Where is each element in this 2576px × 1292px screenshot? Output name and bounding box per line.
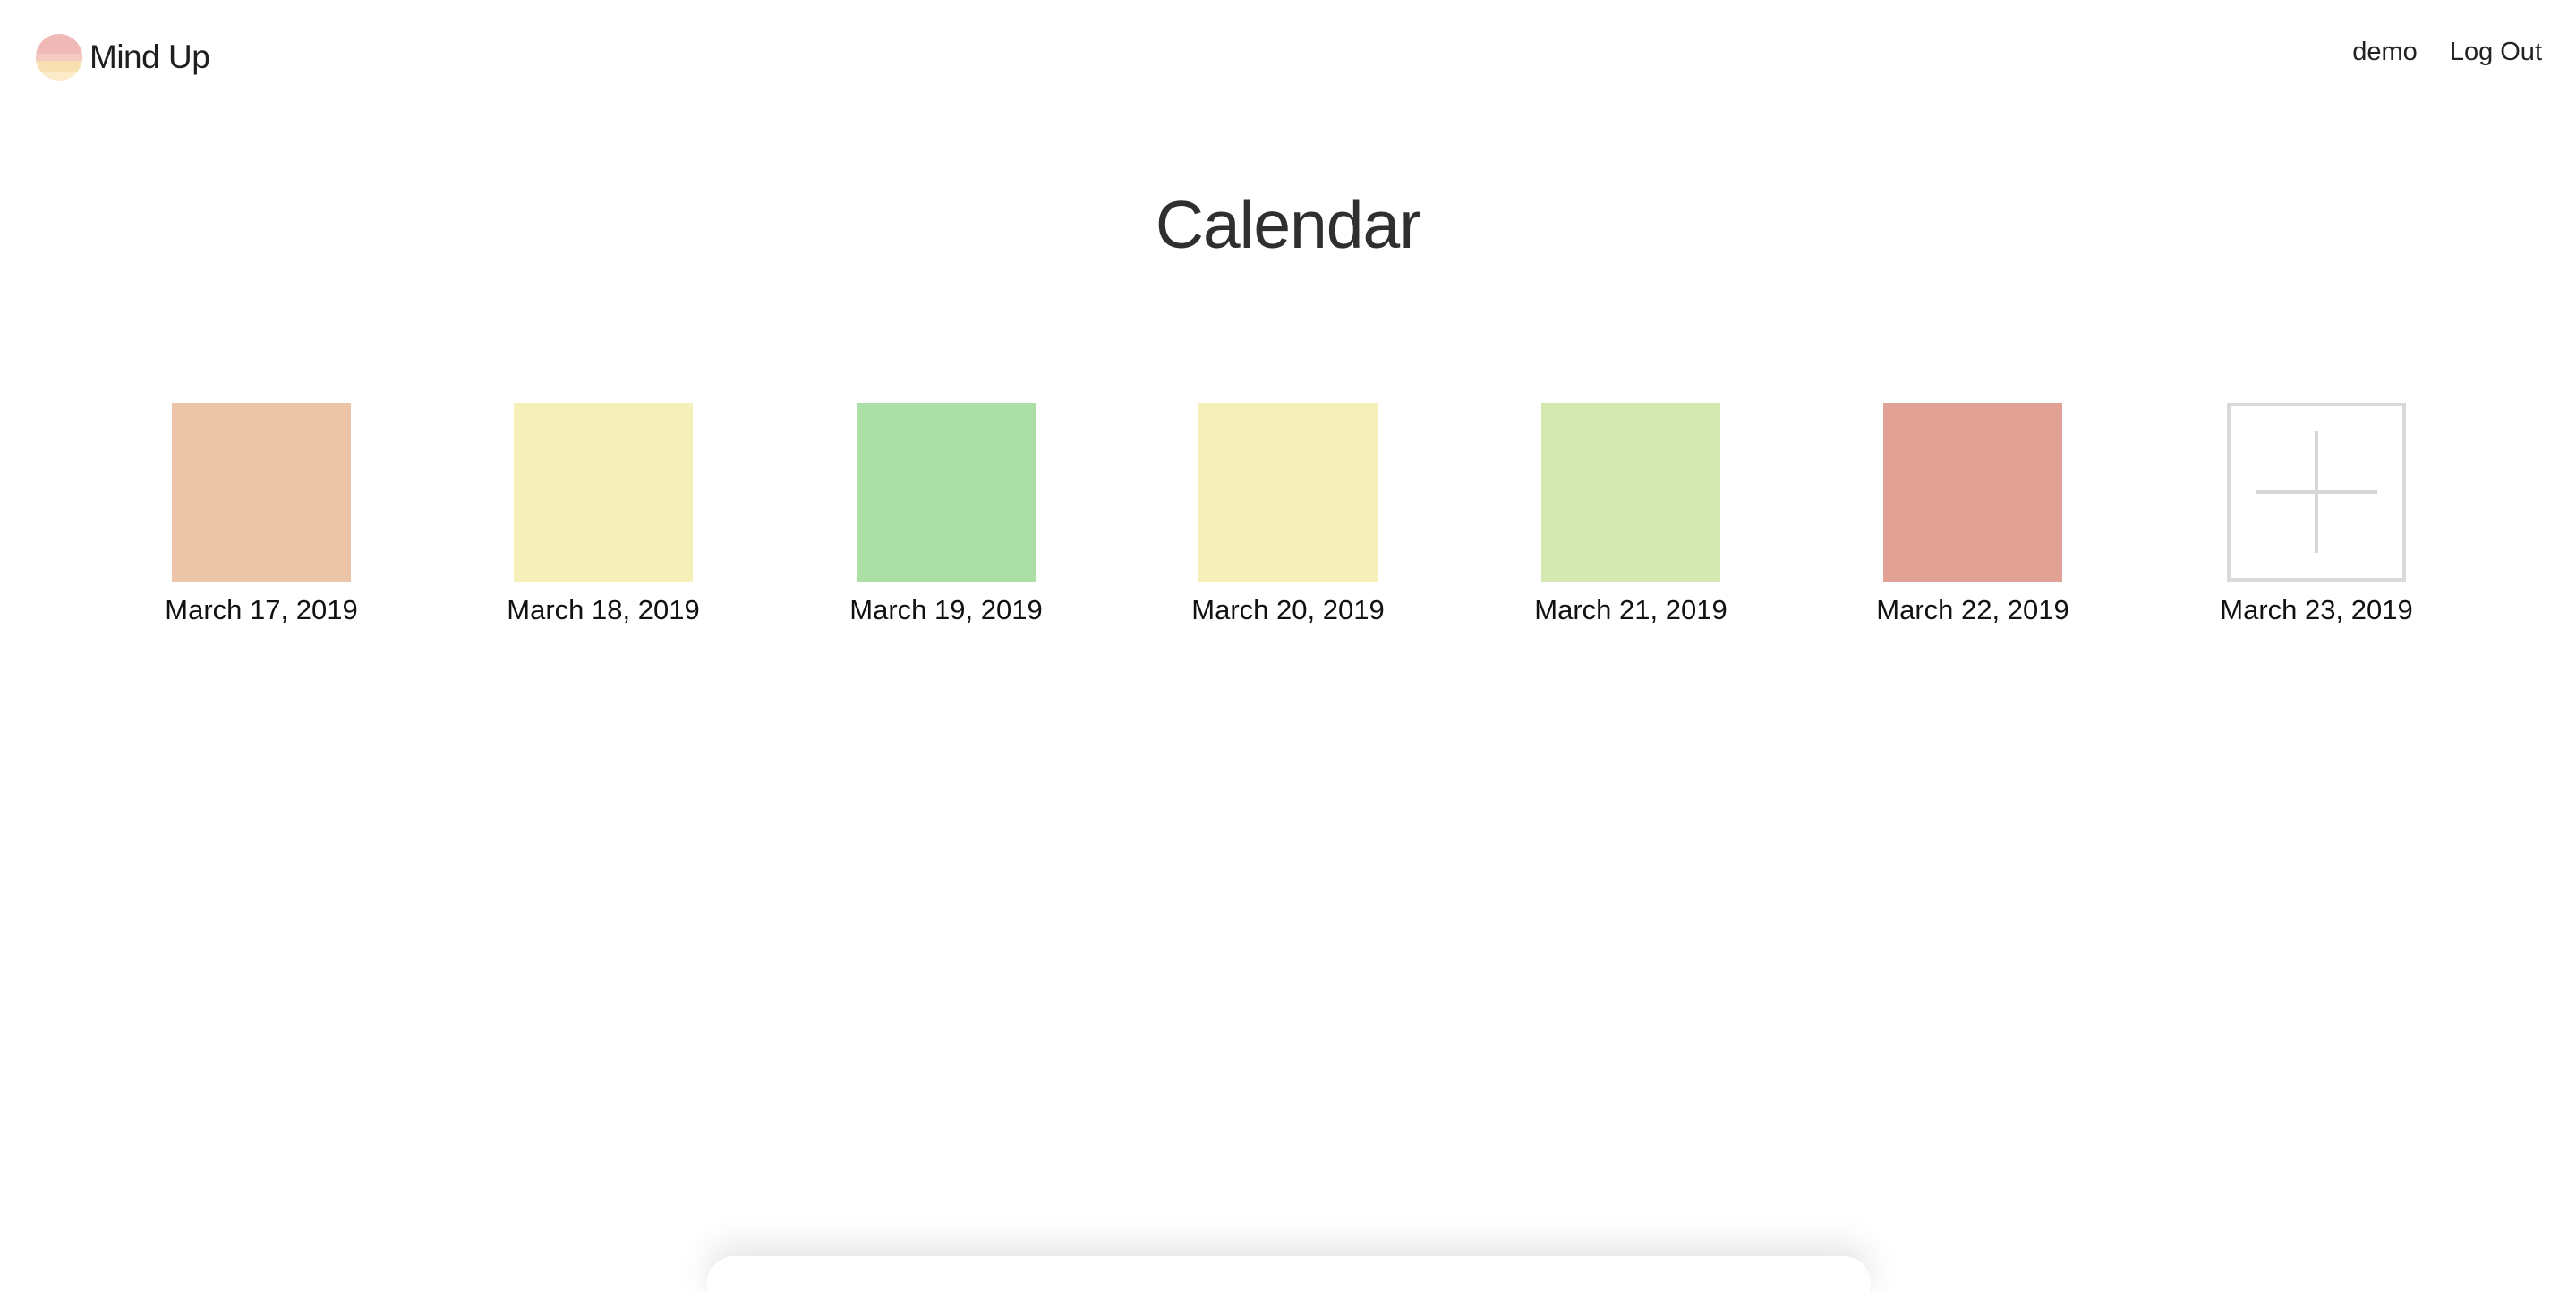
day-entry: March 23, 2019	[2182, 403, 2451, 626]
navbar: Mind Up demo Log Out	[0, 0, 2576, 113]
day-date-label: March 21, 2019	[1534, 594, 1727, 625]
user-profile-link[interactable]: demo	[2352, 38, 2418, 67]
day-date-label: March 23, 2019	[2220, 594, 2413, 625]
brand-home-link[interactable]: Mind Up	[36, 34, 210, 81]
day-date-label: March 22, 2019	[1876, 594, 2069, 625]
day-date-label: March 17, 2019	[165, 594, 358, 625]
day-mood-swatch[interactable]	[1541, 403, 1720, 582]
day-mood-swatch[interactable]	[514, 403, 693, 582]
logo-band-bottom	[36, 72, 82, 81]
page-title: Calendar	[1155, 187, 1421, 262]
logo-band-upper	[36, 54, 82, 61]
day-entry: March 19, 2019	[812, 403, 1080, 626]
day-date-label: March 20, 2019	[1191, 594, 1385, 625]
nav-links: demo Log Out	[2352, 38, 2542, 67]
add-entry-button[interactable]	[2227, 403, 2406, 582]
logout-link[interactable]: Log Out	[2450, 38, 2542, 67]
logo-band-top	[36, 34, 82, 54]
day-entry: March 17, 2019	[127, 403, 396, 626]
day-mood-swatch[interactable]	[1883, 403, 2062, 582]
day-mood-swatch[interactable]	[172, 403, 351, 582]
calendar-page: Mind Up demo Log Out Calendar March 17, …	[0, 0, 2576, 1292]
bottom-floating-panel	[707, 1256, 1871, 1292]
day-date-label: March 19, 2019	[849, 594, 1043, 625]
plus-icon-vertical	[2315, 431, 2318, 553]
day-mood-swatch[interactable]	[1198, 403, 1378, 582]
logo-band-lower	[36, 61, 82, 72]
day-entry: March 20, 2019	[1154, 403, 1422, 626]
day-entry: March 22, 2019	[1838, 403, 2107, 626]
day-date-label: March 18, 2019	[507, 594, 700, 625]
mind-up-logo-icon	[36, 34, 82, 81]
brand-name: Mind Up	[90, 38, 210, 75]
calendar-days: March 17, 2019 March 18, 2019 March 19, …	[0, 403, 2576, 635]
day-mood-swatch[interactable]	[857, 403, 1036, 582]
day-entry: March 21, 2019	[1497, 403, 1765, 626]
day-entry: March 18, 2019	[469, 403, 738, 626]
